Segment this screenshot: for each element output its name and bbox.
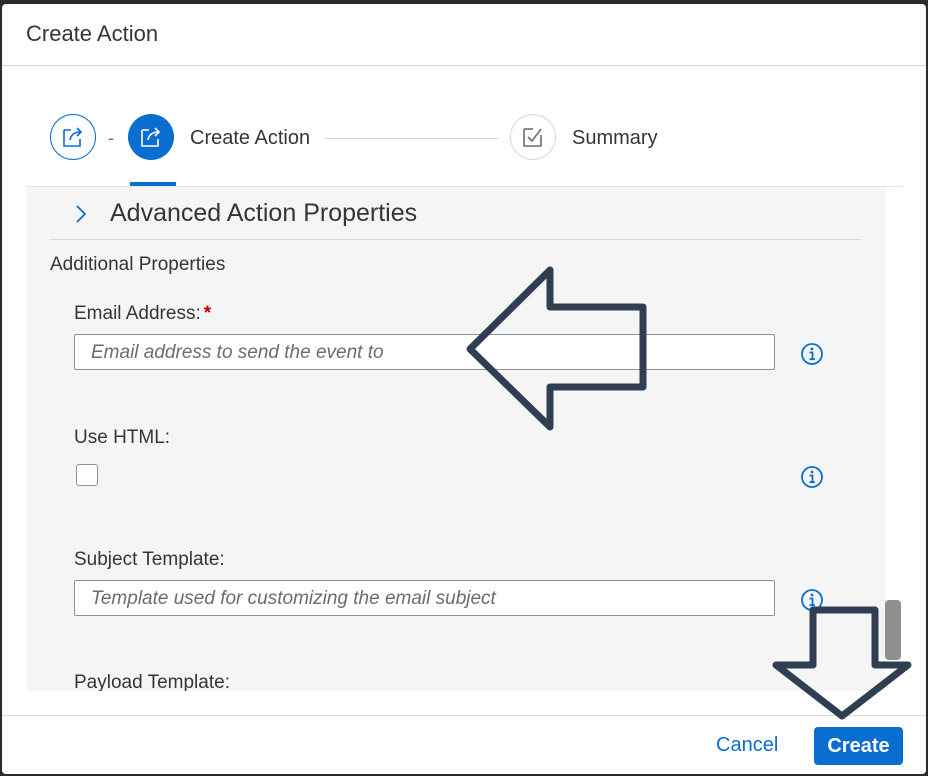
use-html-checkbox[interactable] (76, 464, 98, 486)
wizard-progress-bar: - Create Action Summary (26, 66, 903, 187)
chevron-right-icon[interactable] (74, 203, 88, 225)
info-icon[interactable] (800, 342, 824, 366)
wizard-step-1[interactable] (50, 114, 96, 160)
share-icon (141, 127, 161, 147)
section-title: Advanced Action Properties (110, 199, 418, 227)
group-title: Additional Properties (50, 254, 226, 275)
step-connector (324, 138, 498, 139)
share-icon (63, 127, 83, 147)
wizard-step-2[interactable] (128, 114, 174, 160)
email-label-text: Email Address: (74, 303, 201, 324)
dialog-footer: Cancel Create (2, 715, 926, 774)
advanced-properties-header[interactable]: Advanced Action Properties (50, 187, 861, 240)
cancel-button[interactable]: Cancel (716, 734, 778, 757)
payload-template-label: Payload Template: (74, 672, 230, 691)
wizard-step-3[interactable] (510, 114, 556, 160)
active-step-indicator (130, 182, 176, 186)
dialog-header: Create Action (2, 4, 926, 66)
dialog-title: Create Action (26, 21, 159, 46)
info-icon[interactable] (800, 465, 824, 489)
use-html-label: Use HTML: (74, 427, 171, 448)
checkbox-icon (523, 128, 542, 147)
subject-template-label: Subject Template: (74, 549, 225, 570)
form-content: Advanced Action Properties Additional Pr… (26, 187, 885, 691)
wizard-step-2-label[interactable]: Create Action (190, 127, 310, 150)
email-address-label: Email Address: * (74, 303, 211, 325)
create-button[interactable]: Create (814, 727, 903, 765)
wizard-step-3-label[interactable]: Summary (572, 127, 658, 150)
email-address-input[interactable]: Email address to send the event to (74, 334, 775, 370)
create-action-dialog: Create Action - Create Action Summary Ad… (2, 4, 926, 774)
info-icon[interactable] (800, 588, 824, 612)
scrollbar-thumb[interactable] (885, 600, 901, 660)
subject-template-input[interactable]: Template used for customizing the email … (74, 580, 775, 616)
step-separator: - (108, 128, 114, 148)
required-marker: * (203, 303, 212, 324)
